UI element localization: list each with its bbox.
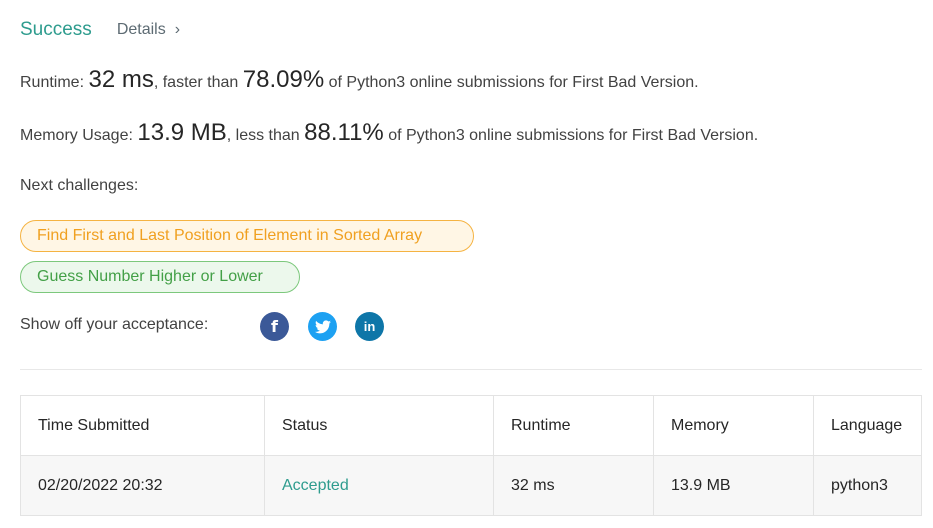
runtime-label: Runtime: [20,74,89,91]
section-divider [20,369,922,370]
header-time-submitted: Time Submitted [20,395,265,456]
memory-stat: Memory Usage: 13.9 MB, less than 88.11% … [20,119,758,147]
cell-status: Accepted [264,455,494,516]
details-link[interactable]: Details › [117,21,180,39]
linkedin-icon[interactable]: in [355,312,384,341]
chevron-right-icon: › [174,21,181,38]
runtime-suffix: of Python3 online submissions for First … [324,74,699,91]
next-challenge-easy[interactable]: Guess Number Higher or Lower [20,261,300,293]
cell-runtime: 32 ms [493,455,654,516]
runtime-value: 32 ms [88,66,154,93]
twitter-bird-glyph [314,319,331,333]
details-label: Details [116,21,166,38]
next-challenges-label: Next challenges: [20,177,139,194]
memory-percent: 88.11% [304,119,384,146]
memory-comparison: , less than [226,127,305,144]
memory-label: Memory Usage: [20,127,138,144]
cell-language: python3 [813,455,922,516]
success-status-link[interactable]: Success [20,19,92,41]
table-header-row: Time Submitted Status Runtime Memory Lan… [20,395,922,456]
memory-value: 13.9 MB [137,119,227,146]
header-memory: Memory [653,395,814,456]
runtime-stat: Runtime: 32 ms, faster than 78.09% of Py… [20,66,699,94]
submissions-table: Time Submitted Status Runtime Memory Lan… [20,395,922,516]
result-header: Success Details › [20,17,180,43]
table-row: 02/20/2022 20:32 Accepted 32 ms 13.9 MB … [20,455,922,516]
header-language: Language [813,395,922,456]
facebook-glyph: f [271,317,278,336]
share-label: Show off your acceptance: [20,316,209,333]
twitter-icon[interactable] [308,312,337,341]
linkedin-glyph: in [363,319,376,334]
runtime-comparison: , faster than [153,74,243,91]
header-runtime: Runtime [493,395,654,456]
memory-suffix: of Python3 online submissions for First … [383,127,759,144]
header-status: Status [264,395,494,456]
runtime-percent: 78.09% [242,66,325,93]
cell-memory: 13.9 MB [653,455,814,516]
next-challenge-medium[interactable]: Find First and Last Position of Element … [20,220,474,252]
facebook-icon[interactable]: f [260,312,289,341]
accepted-status-link[interactable]: Accepted [282,477,349,494]
cell-time-submitted: 02/20/2022 20:32 [20,455,265,516]
